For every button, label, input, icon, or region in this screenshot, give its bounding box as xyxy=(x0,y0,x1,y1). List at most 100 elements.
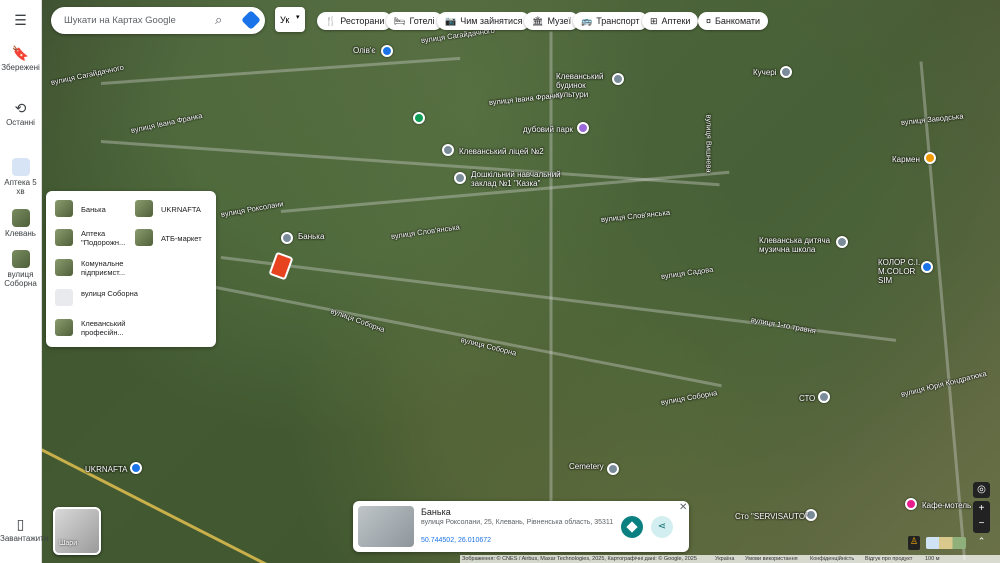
language-label: Ук xyxy=(280,15,290,25)
street-label: вулиця Роксолани xyxy=(220,199,285,219)
share-icon: ⋖ xyxy=(657,521,667,532)
suggestion-label: UKRNAFTA xyxy=(161,205,201,214)
place-pin[interactable] xyxy=(607,463,619,475)
chip-pharmacies[interactable]: ⊞ Аптеки xyxy=(642,12,699,30)
saved-button[interactable]: 🔖 Збережені xyxy=(0,45,41,72)
street-label: вулиця Слов'янська xyxy=(390,222,461,241)
close-icon[interactable]: ✕ xyxy=(679,502,687,513)
chip-label: Аптеки xyxy=(661,16,691,26)
attribution-text: Зображення: © CNES / Airbus, Maxar Techn… xyxy=(462,556,697,562)
place-pin[interactable] xyxy=(454,172,466,184)
zoom-in-button[interactable]: + xyxy=(973,501,990,516)
suggestion-label: вулиця Соборна xyxy=(81,289,138,298)
museum-icon: 🏛 xyxy=(532,15,544,26)
place-label[interactable]: Клеванський будинок культури xyxy=(556,72,616,99)
selected-location-marker[interactable] xyxy=(268,251,294,281)
recent-item-label: Аптека 5 хв xyxy=(4,178,37,196)
recent-item[interactable]: Клевань xyxy=(0,209,41,238)
suggestion-item[interactable]: Аптека "Подорожн... xyxy=(55,229,135,249)
place-thumbnail xyxy=(135,200,153,217)
atm-icon: ¤ xyxy=(706,16,712,26)
place-coordinates[interactable]: 50.744502, 26.010672 xyxy=(421,537,491,544)
bed-icon: 🛏 xyxy=(394,15,406,26)
chip-hotels[interactable]: 🛏 Готелі xyxy=(386,12,443,30)
suggestion-item[interactable]: UKRNAFTA xyxy=(135,200,215,218)
road xyxy=(100,56,461,85)
saved-label: Збережені xyxy=(1,63,40,72)
place-label[interactable]: дубовий парк xyxy=(523,125,573,134)
place-label[interactable]: Кармен xyxy=(892,155,920,164)
place-pin[interactable] xyxy=(905,498,917,510)
place-label[interactable]: Кафе-мотель xyxy=(922,501,971,510)
recent-item[interactable]: вулиця Соборна xyxy=(0,250,41,288)
place-pin[interactable] xyxy=(281,232,293,244)
chip-label: Чим зайнятися xyxy=(460,16,523,26)
suggestion-item[interactable]: Комунальне підприємст... xyxy=(55,259,135,279)
place-label[interactable]: Сто "SERVISAUTO" xyxy=(735,512,808,521)
place-label[interactable]: Cemetery xyxy=(569,462,604,471)
directions-button[interactable] xyxy=(621,516,643,538)
my-location-button[interactable]: ◎ xyxy=(973,482,990,498)
place-pin[interactable] xyxy=(924,152,936,164)
place-pin[interactable] xyxy=(577,122,589,134)
suggestion-item[interactable]: Банька xyxy=(55,200,135,218)
footer-link[interactable]: Конфіденційність xyxy=(810,556,854,562)
menu-button[interactable]: ☰ xyxy=(0,12,41,30)
bookmark-icon: 🔖 xyxy=(11,45,30,61)
place-label[interactable]: СТО xyxy=(799,394,815,403)
footer-link[interactable]: Україна xyxy=(715,556,734,562)
place-card[interactable]: Банька вулиця Роксолани, 25, Клевань, Рі… xyxy=(353,501,689,552)
place-label[interactable]: Дошкільний навчальний заклад №1 "Казка" xyxy=(471,170,571,188)
place-label[interactable]: Клеванський ліцей №2 xyxy=(459,147,544,156)
pegman-icon[interactable]: ♙ xyxy=(908,536,920,550)
zoom-out-button[interactable]: − xyxy=(973,516,990,531)
directions-icon[interactable] xyxy=(241,10,261,30)
place-pin[interactable] xyxy=(130,462,142,474)
bus-icon: 🚌 xyxy=(581,15,593,26)
suggestion-label: Клеванський професійн... xyxy=(81,319,126,337)
place-pin[interactable] xyxy=(818,391,830,403)
place-title[interactable]: Банька xyxy=(421,507,451,517)
suggestion-item[interactable]: АТБ-маркет xyxy=(135,229,215,247)
scale-bar[interactable]: 100 м xyxy=(925,556,940,562)
suggestion-label: АТБ-маркет xyxy=(161,234,202,243)
language-select[interactable]: Ук ▾ xyxy=(275,7,305,32)
place-label[interactable]: КОЛОР С.І. M.COLOR SIM xyxy=(878,258,928,285)
install-app-button[interactable]: ▯ Завантажити xyxy=(0,516,48,543)
suggestion-item[interactable]: вулиця Соборна xyxy=(55,289,138,309)
layers-button[interactable]: Шари xyxy=(53,507,101,555)
layer-thumbnails[interactable] xyxy=(926,537,966,549)
expand-icon[interactable]: ⌃ xyxy=(973,536,990,550)
place-label[interactable]: Кучері xyxy=(753,68,777,77)
chip-label: Ресторани xyxy=(340,16,385,26)
place-label[interactable]: UKRNAFTA xyxy=(85,465,128,474)
search-input[interactable]: Шукати на Картах Google xyxy=(64,15,176,26)
place-pin[interactable] xyxy=(381,45,393,57)
footer-link[interactable]: Відгук про продукт xyxy=(865,556,912,562)
recent-item-label: вулиця Соборна xyxy=(4,270,37,288)
chip-restaurants[interactable]: 🍴 Ресторани xyxy=(317,12,393,30)
street-label: вулиця Юрія Кондратюка xyxy=(899,368,988,399)
place-photo[interactable] xyxy=(358,506,414,547)
chip-transit[interactable]: 🚌 Транспорт xyxy=(573,12,648,30)
place-pin[interactable] xyxy=(780,66,792,78)
recent-button[interactable]: ⟲ Останні xyxy=(0,100,41,127)
place-label[interactable]: Олів'є xyxy=(353,46,375,55)
chip-museums[interactable]: 🏛 Музеї xyxy=(524,12,580,30)
place-label[interactable]: Клеванська дитяча музична школа xyxy=(759,236,839,254)
suggestion-item[interactable]: Клеванський професійн... xyxy=(55,319,135,339)
search-box[interactable]: Шукати на Картах Google ⌕ xyxy=(51,7,265,34)
place-thumbnail xyxy=(11,209,30,227)
chip-things-to-do[interactable]: 📷 Чим зайнятися xyxy=(437,12,531,30)
layers-label: Шари xyxy=(59,540,78,547)
footer-link[interactable]: Умови використання xyxy=(745,556,798,562)
place-pin[interactable] xyxy=(413,112,425,124)
place-thumbnail xyxy=(55,259,73,276)
chip-atms[interactable]: ¤ Банкомати xyxy=(698,12,769,30)
place-label[interactable]: Банька xyxy=(298,232,324,241)
recent-item[interactable]: Аптека 5 хв xyxy=(0,158,41,196)
place-pin[interactable] xyxy=(442,144,454,156)
share-button[interactable]: ⋖ xyxy=(651,516,673,538)
search-icon[interactable]: ⌕ xyxy=(215,12,222,28)
street-label: вулиця 1-го травня xyxy=(750,315,817,336)
